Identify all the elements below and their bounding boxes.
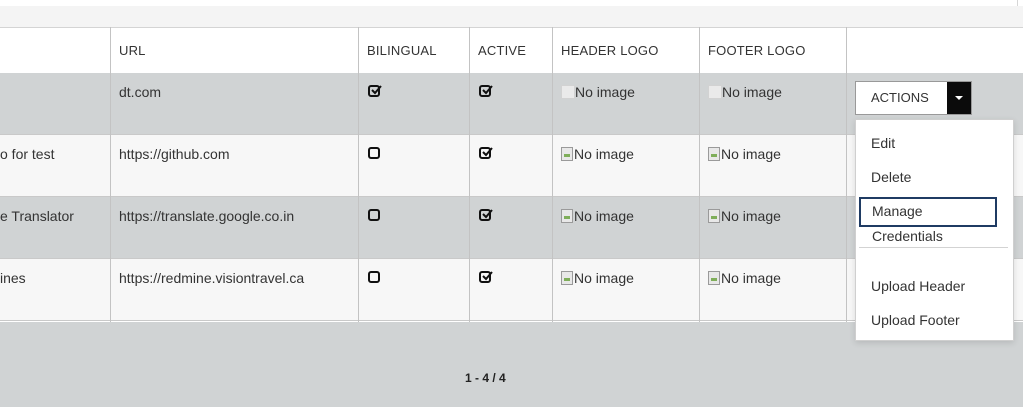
footer-logo-cell: No image bbox=[708, 270, 781, 286]
column-divider bbox=[552, 27, 553, 322]
unchecked-box-icon bbox=[368, 271, 380, 283]
column-header-header-logo[interactable]: HEADER LOGO bbox=[561, 28, 659, 73]
header-logo-cell: No image bbox=[561, 146, 634, 162]
name-cell: e Translator bbox=[0, 208, 74, 224]
column-divider bbox=[469, 27, 470, 322]
actions-label: ACTIONS bbox=[871, 90, 929, 105]
broken-image-icon bbox=[561, 85, 575, 99]
table-header: URL BILINGUAL ACTIVE HEADER LOGO FOOTER … bbox=[0, 27, 1023, 75]
checked-box-icon bbox=[479, 147, 493, 159]
checked-box-icon bbox=[479, 85, 493, 97]
name-cell bbox=[0, 73, 106, 84]
unchecked-box-icon bbox=[368, 147, 380, 159]
broken-image-icon bbox=[561, 271, 573, 285]
footer-logo-cell: No image bbox=[708, 84, 782, 100]
column-divider bbox=[846, 27, 847, 322]
column-header-bilingual[interactable]: BILINGUAL bbox=[367, 28, 437, 73]
menu-item-edit[interactable]: Edit bbox=[871, 135, 895, 151]
actions-menu: Edit Delete Manage Credentials Upload He… bbox=[855, 119, 1014, 341]
checked-box-icon bbox=[479, 209, 493, 221]
actions-dropdown-button[interactable]: ACTIONS bbox=[855, 81, 972, 115]
unchecked-box-icon bbox=[368, 209, 380, 221]
name-cell: ines bbox=[0, 270, 26, 286]
menu-item-upload-header[interactable]: Upload Header bbox=[871, 278, 965, 294]
header-logo-cell: No image bbox=[561, 208, 634, 224]
broken-image-icon bbox=[708, 147, 720, 161]
checked-box-icon bbox=[479, 271, 493, 283]
menu-item-manage-credentials[interactable]: Manage Credentials bbox=[859, 197, 997, 244]
menu-item-delete[interactable]: Delete bbox=[871, 169, 911, 185]
name-cell: o for test bbox=[0, 146, 55, 162]
header-logo-cell: No image bbox=[561, 270, 634, 286]
checked-box-icon bbox=[368, 85, 382, 97]
broken-image-icon bbox=[708, 209, 720, 223]
broken-image-icon bbox=[708, 85, 722, 99]
pagination-text: 1 - 4 / 4 bbox=[465, 371, 506, 385]
broken-image-icon bbox=[561, 147, 573, 161]
column-divider bbox=[699, 27, 700, 322]
menu-item-upload-footer[interactable]: Upload Footer bbox=[871, 312, 960, 328]
column-header-footer-logo[interactable]: FOOTER LOGO bbox=[708, 28, 806, 73]
caret-down-icon[interactable] bbox=[947, 82, 971, 114]
column-header-active[interactable]: ACTIVE bbox=[478, 28, 526, 73]
menu-divider bbox=[859, 247, 1008, 248]
url-cell: https://github.com bbox=[119, 146, 230, 162]
url-cell: https://redmine.visiontravel.ca bbox=[119, 270, 305, 286]
header-logo-cell: No image bbox=[561, 84, 635, 100]
top-band bbox=[0, 6, 1023, 27]
footer-logo-cell: No image bbox=[708, 208, 781, 224]
footer-logo-cell: No image bbox=[708, 146, 781, 162]
column-header-url[interactable]: URL bbox=[119, 28, 146, 73]
column-divider bbox=[110, 27, 111, 322]
broken-image-icon bbox=[708, 271, 720, 285]
broken-image-icon bbox=[561, 209, 573, 223]
url-cell: dt.com bbox=[119, 84, 162, 100]
url-cell: https://translate.google.co.in bbox=[119, 208, 295, 224]
column-divider bbox=[358, 27, 359, 322]
